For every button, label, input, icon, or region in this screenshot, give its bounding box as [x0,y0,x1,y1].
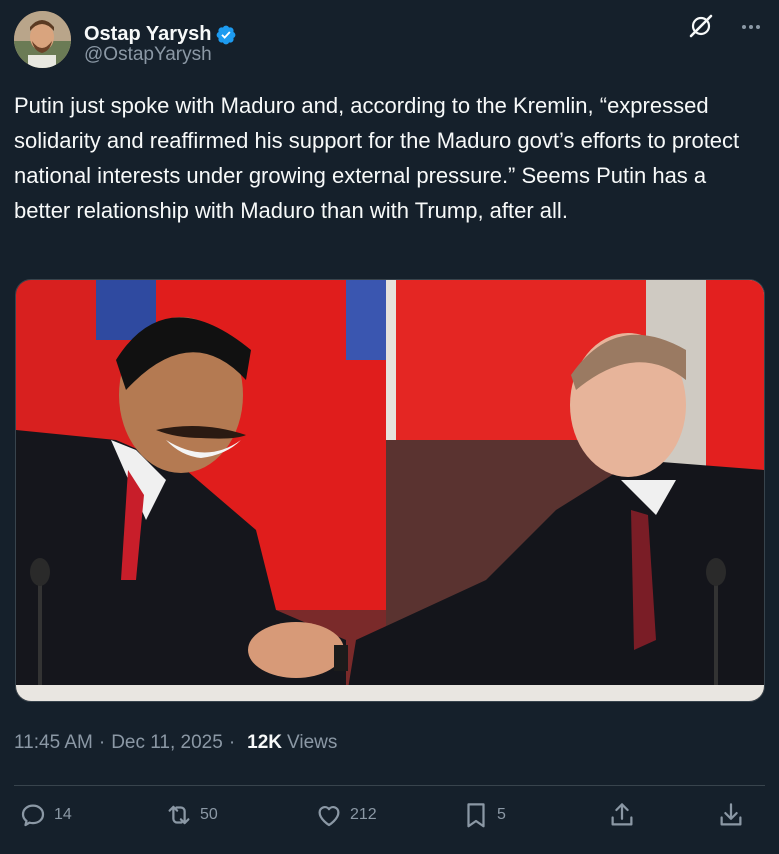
tweet-text: Putin just spoke with Maduro and, accord… [14,93,740,223]
repost-icon [168,805,190,825]
bookmark-button[interactable]: 5 [461,800,506,830]
tweet-time[interactable]: 11:45 AM [14,732,93,754]
author-avatar[interactable] [14,11,71,68]
grok-icon[interactable] [687,12,715,40]
more-options-icon[interactable] [739,15,763,39]
tweet-date[interactable]: Dec 11, 2025 [111,732,223,754]
meta-separator: · [98,732,106,753]
share-button[interactable] [607,800,637,830]
reply-icon [21,804,45,827]
bookmark-icon [467,803,485,828]
author-handle[interactable]: @OstapYarysh [84,44,212,66]
heart-icon [318,806,340,827]
tweet-photo[interactable] [15,279,765,702]
verified-badge-icon[interactable] [215,24,237,46]
action-bar: 14 50 212 5 [14,800,765,840]
meta-separator: · [228,732,236,753]
like-count: 212 [350,806,377,823]
photo-handshake-image [16,280,764,701]
views-label: Views [287,732,338,753]
download-icon [720,803,742,826]
tweet-header: Ostap Yarysh @OstapYarysh [14,11,765,71]
reply-button[interactable]: 14 [18,800,72,830]
tweet-meta: 11:45 AM · Dec 11, 2025 · 12K Views [14,732,337,754]
reply-count: 14 [54,806,72,823]
like-button[interactable]: 212 [314,800,377,830]
share-icon [611,803,633,826]
divider [14,785,765,786]
repost-button[interactable]: 50 [164,800,218,830]
bookmark-count: 5 [497,806,506,823]
repost-count: 50 [200,806,218,823]
author-name-row: Ostap Yarysh [84,23,237,46]
views-count: 12K [247,732,283,753]
author-display-name[interactable]: Ostap Yarysh [84,23,211,46]
download-button[interactable] [716,800,746,830]
